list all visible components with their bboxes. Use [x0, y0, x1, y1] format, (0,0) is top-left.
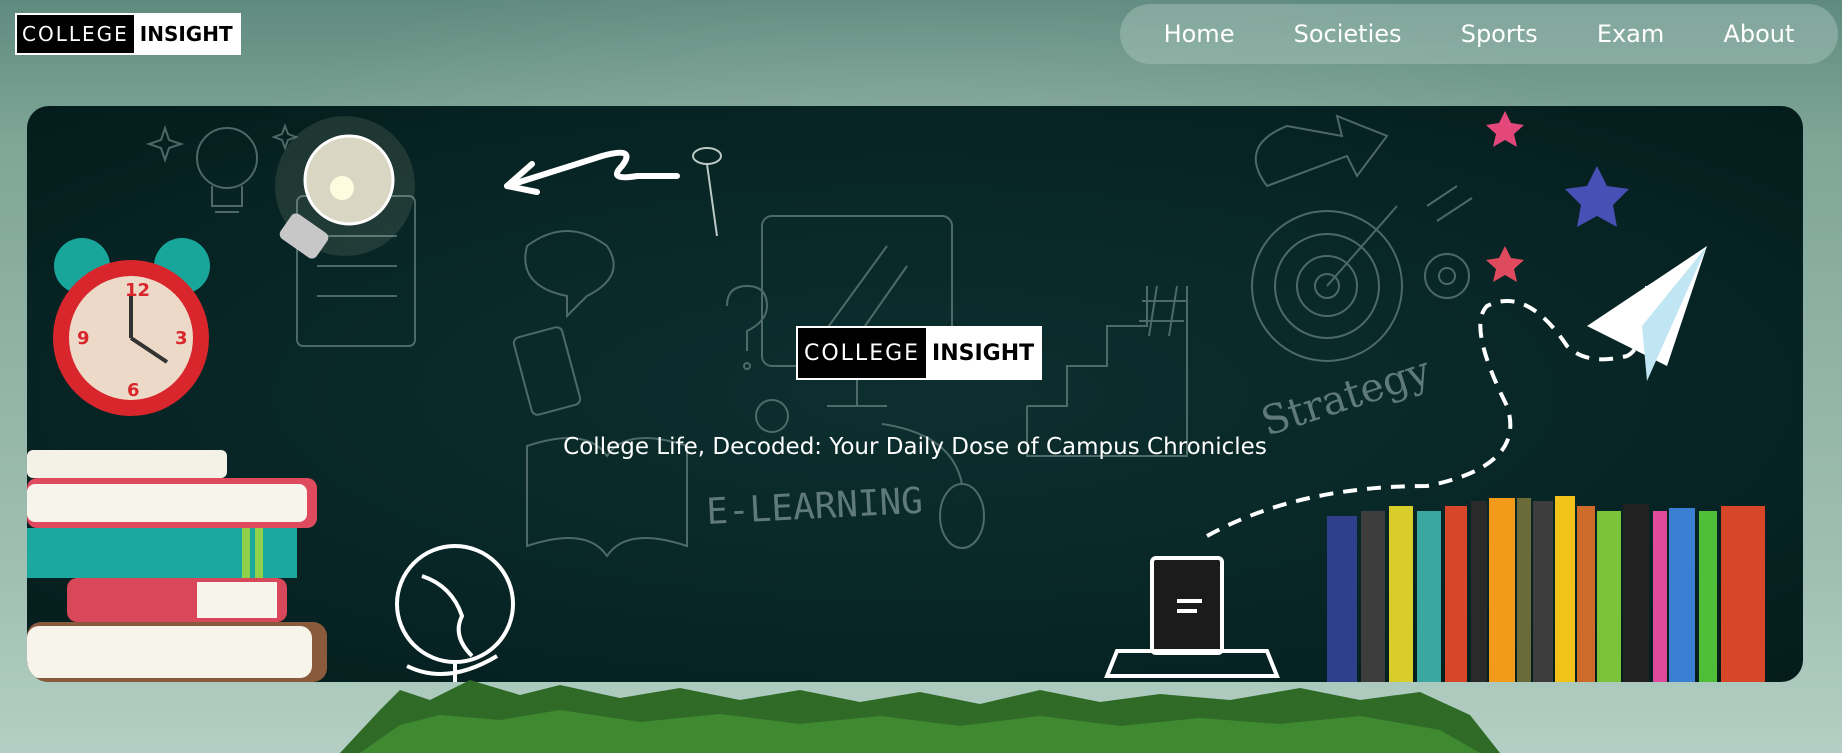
nav-societies[interactable]: Societies: [1294, 20, 1402, 48]
svg-text:3: 3: [175, 328, 188, 349]
logo-college: COLLEGE: [17, 15, 134, 53]
books-row-icon: [1327, 496, 1765, 682]
books-stack-icon: [27, 450, 327, 682]
stairs-icon: [1026, 286, 1188, 457]
svg-text:6: 6: [127, 380, 140, 401]
white-arrow-icon: [504, 149, 680, 189]
svg-text:12: 12: [125, 280, 150, 301]
hero-doodles: E-LEARNING Strategy 12 3 6 9: [27, 111, 1765, 682]
gear-icon: [1424, 253, 1470, 299]
hero-logo-insight: INSIGHT: [926, 328, 1041, 378]
star-icon: [1565, 166, 1629, 227]
strategy-doodle: Strategy: [1256, 348, 1436, 446]
sparkle-icon: [145, 124, 185, 164]
star-icon: [1486, 246, 1524, 282]
nav-exam[interactable]: Exam: [1597, 20, 1664, 48]
nav-about[interactable]: About: [1723, 20, 1794, 48]
gear-icon: [755, 399, 789, 433]
star-icon: [1486, 111, 1524, 147]
nav-home[interactable]: Home: [1164, 20, 1235, 48]
hero-tagline: College Life, Decoded: Your Daily Dose o…: [563, 434, 1267, 460]
logo-insight: INSIGHT: [133, 15, 239, 53]
site-logo[interactable]: COLLEGE INSIGHT: [15, 13, 241, 55]
alarm-clock-icon: 12 3 6 9: [53, 238, 210, 416]
notebook-icon: [1104, 556, 1280, 678]
sketch-lightbulb-icon: [196, 127, 258, 213]
globe-icon: [395, 544, 515, 682]
lightbulb-icon: [275, 116, 415, 259]
mouse-icon: [939, 483, 985, 549]
elearning-doodle: E-LEARNING: [705, 481, 924, 533]
speech-bubble-icon: [524, 230, 615, 319]
svg-text:9: 9: [77, 328, 90, 349]
pushpin-icon: [692, 147, 722, 237]
hero-logo-college: COLLEGE: [798, 328, 927, 378]
hero-banner: E-LEARNING Strategy 12 3 6 9 COLLEGE INS…: [27, 106, 1803, 682]
nav-sports[interactable]: Sports: [1461, 20, 1538, 48]
forest-island: [340, 680, 1500, 753]
main-nav: Home Societies Sports Exam About: [1120, 4, 1838, 64]
arrow-icon: [1254, 114, 1389, 188]
hero-logo: COLLEGE INSIGHT: [796, 326, 1043, 380]
phone-icon: [512, 326, 582, 416]
